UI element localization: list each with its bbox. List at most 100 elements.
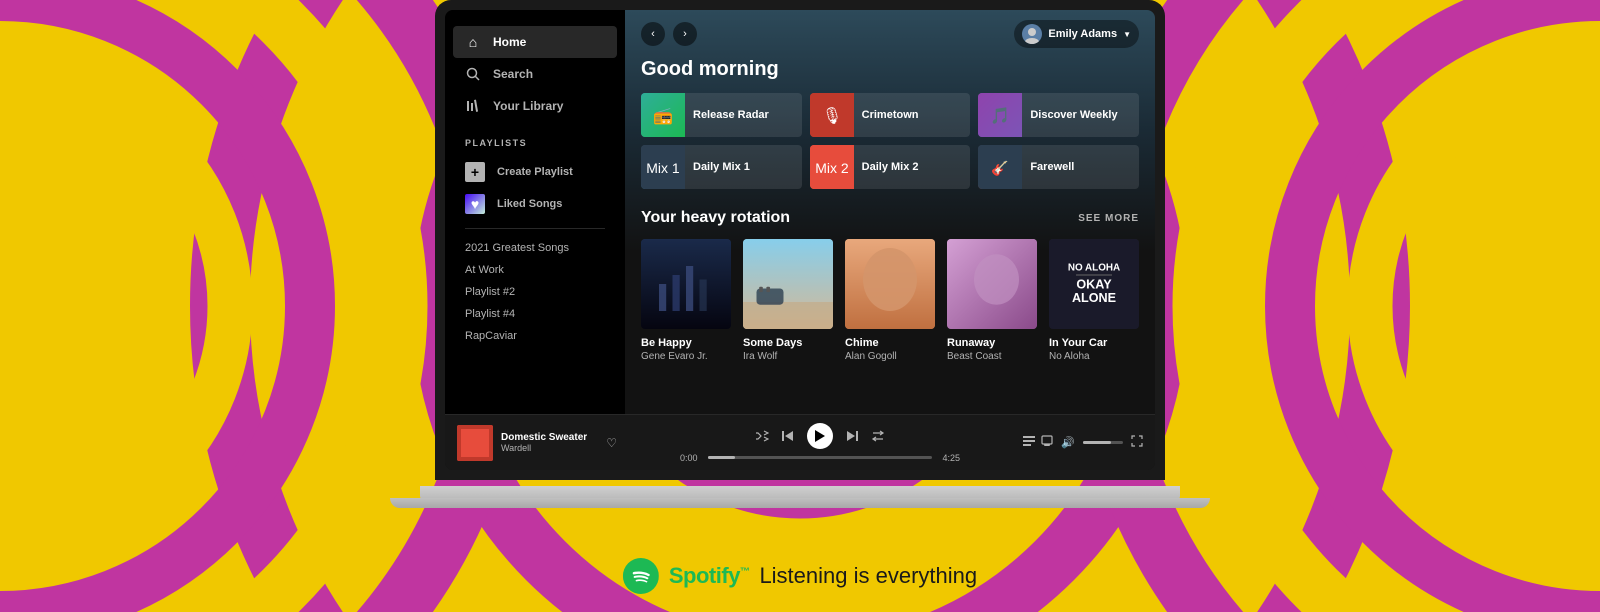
liked-songs-label: Liked Songs: [497, 198, 562, 210]
nav-buttons: ‹ ›: [641, 22, 697, 46]
be-happy-title: Be Happy: [641, 337, 731, 349]
playlist-item-4[interactable]: RapCaviar: [465, 325, 605, 347]
see-more-button[interactable]: SEE MORE: [1078, 213, 1139, 224]
quick-card-daily-mix-1[interactable]: Mix 1 Daily Mix 1: [641, 145, 802, 189]
create-playlist-label: Create Playlist: [497, 166, 573, 178]
in-your-car-title: In Your Car: [1049, 337, 1139, 349]
in-your-car-thumb: NO ALOHA OKAYALONE: [1049, 239, 1139, 329]
runaway-title: Runaway: [947, 337, 1037, 349]
quick-links-grid: 📻 Release Radar 🎙 Crimetown: [641, 93, 1139, 189]
sidebar-divider: [465, 228, 605, 229]
chime-title: Chime: [845, 337, 935, 349]
home-icon: ⌂: [465, 34, 481, 50]
volume-icon: 🔊: [1061, 436, 1075, 449]
svg-text:📻: 📻: [653, 108, 673, 125]
rotation-card-runaway[interactable]: Runaway Beast Coast: [947, 239, 1037, 362]
svg-text:NO ALOHA: NO ALOHA: [1068, 263, 1120, 274]
daily-mix-1-thumb: Mix 1: [641, 145, 685, 189]
create-playlist-action[interactable]: + Create Playlist: [445, 156, 625, 188]
runaway-thumb: [947, 239, 1037, 329]
user-badge[interactable]: Emily Adams ▼: [1014, 20, 1139, 48]
playlist-item-0[interactable]: 2021 Greatest Songs: [465, 237, 605, 259]
library-icon: [465, 98, 481, 114]
shuffle-button[interactable]: [755, 429, 769, 443]
release-radar-label: Release Radar: [693, 109, 769, 121]
quick-card-discover-weekly[interactable]: 🎵 Discover Weekly: [978, 93, 1139, 137]
playlist-item-2[interactable]: Playlist #2: [465, 281, 605, 303]
laptop-screen-bezel: ⌂ Home Search: [435, 0, 1165, 480]
quick-card-crimetown[interactable]: 🎙 Crimetown: [810, 93, 971, 137]
spotify-brand-name: Spotify™: [669, 563, 750, 589]
player-right-controls: 🔊: [1023, 435, 1143, 450]
rotation-card-chime[interactable]: Chime Alan Gogoll: [845, 239, 935, 362]
playlist-item-3[interactable]: Playlist #4: [465, 303, 605, 325]
daily-mix-2-label: Daily Mix 2: [862, 161, 919, 173]
sidebar-library-label: Your Library: [493, 99, 563, 113]
player-track-text: Domestic Sweater Wardell: [501, 432, 598, 453]
search-icon: [465, 66, 481, 82]
rotation-card-in-your-car[interactable]: NO ALOHAOKAYALONE In Your Car No Aloha: [1049, 239, 1139, 362]
extra-controls: [1023, 435, 1053, 450]
be-happy-artist: Gene Evaro Jr.: [641, 351, 731, 362]
play-button[interactable]: [807, 423, 833, 449]
svg-text:ALONE: ALONE: [1072, 291, 1116, 305]
player-thumb: [457, 425, 493, 461]
svg-text:🎸: 🎸: [992, 160, 1009, 177]
svg-text:🎵: 🎵: [990, 107, 1010, 125]
liked-songs-icon: ♥: [465, 194, 485, 214]
player-track-artist: Wardell: [501, 443, 598, 453]
svg-text:Mix 2: Mix 2: [815, 160, 849, 176]
sidebar-home-label: Home: [493, 35, 526, 49]
progress-track[interactable]: [708, 456, 932, 459]
time-total: 4:25: [938, 453, 960, 463]
svg-text:🎙: 🎙: [822, 107, 842, 125]
daily-mix-2-thumb: Mix 2: [810, 145, 854, 189]
greeting-text: Good morning: [641, 58, 1139, 81]
daily-mix-1-label: Daily Mix 1: [693, 161, 750, 173]
player-controls: 0:00 4:25: [625, 423, 1015, 463]
sidebar-playlist-list: 2021 Greatest Songs At Work Playlist #2 …: [445, 237, 625, 398]
sidebar-nav: ⌂ Home Search: [445, 26, 625, 122]
liked-songs-action[interactable]: ♥ Liked Songs: [445, 188, 625, 220]
rotation-card-some-days[interactable]: Some Days Ira Wolf: [743, 239, 833, 362]
rotation-grid: Be Happy Gene Evaro Jr. Some Days Ir: [641, 239, 1139, 362]
create-playlist-icon: +: [465, 162, 485, 182]
player-heart-icon[interactable]: ♡: [606, 436, 617, 450]
playlist-item-1[interactable]: At Work: [465, 259, 605, 281]
forward-button[interactable]: ›: [673, 22, 697, 46]
sidebar-item-search[interactable]: Search: [453, 58, 617, 90]
crimetown-thumb: 🎙: [810, 93, 854, 137]
heavy-rotation-title: Your heavy rotation: [641, 209, 790, 227]
quick-card-daily-mix-2[interactable]: Mix 2 Daily Mix 2: [810, 145, 971, 189]
quick-card-farewell[interactable]: 🎸 Farewell: [978, 145, 1139, 189]
user-name: Emily Adams: [1048, 28, 1117, 40]
sidebar: ⌂ Home Search: [445, 10, 625, 414]
chime-thumb: [845, 239, 935, 329]
laptop: ⌂ Home Search: [390, 0, 1210, 560]
repeat-button[interactable]: [871, 429, 885, 443]
content-body: Good morning 📻 Release Radar: [625, 58, 1155, 378]
farewell-label: Farewell: [1030, 161, 1074, 173]
back-button[interactable]: ‹: [641, 22, 665, 46]
playlists-section-title: PLAYLISTS: [445, 122, 625, 156]
volume-bar[interactable]: [1083, 441, 1123, 444]
device-button[interactable]: [1041, 435, 1053, 450]
svg-text:Mix 1: Mix 1: [646, 160, 680, 176]
release-radar-thumb: 📻: [641, 93, 685, 137]
sidebar-item-home[interactable]: ⌂ Home: [453, 26, 617, 58]
sidebar-search-label: Search: [493, 67, 533, 81]
player-track-name: Domestic Sweater: [501, 432, 598, 443]
prev-button[interactable]: [781, 429, 795, 443]
svg-text:OKAY: OKAY: [1076, 278, 1112, 292]
discover-weekly-thumb: 🎵: [978, 93, 1022, 137]
player-bar: Domestic Sweater Wardell ♡: [445, 414, 1155, 470]
queue-button[interactable]: [1023, 435, 1035, 450]
rotation-card-be-happy[interactable]: Be Happy Gene Evaro Jr.: [641, 239, 731, 362]
some-days-artist: Ira Wolf: [743, 351, 833, 362]
fullscreen-button[interactable]: [1131, 435, 1143, 450]
farewell-thumb: 🎸: [978, 145, 1022, 189]
player-track-info: Domestic Sweater Wardell ♡: [457, 425, 617, 461]
quick-card-release-radar[interactable]: 📻 Release Radar: [641, 93, 802, 137]
next-button[interactable]: [845, 429, 859, 443]
sidebar-item-library[interactable]: Your Library: [453, 90, 617, 122]
